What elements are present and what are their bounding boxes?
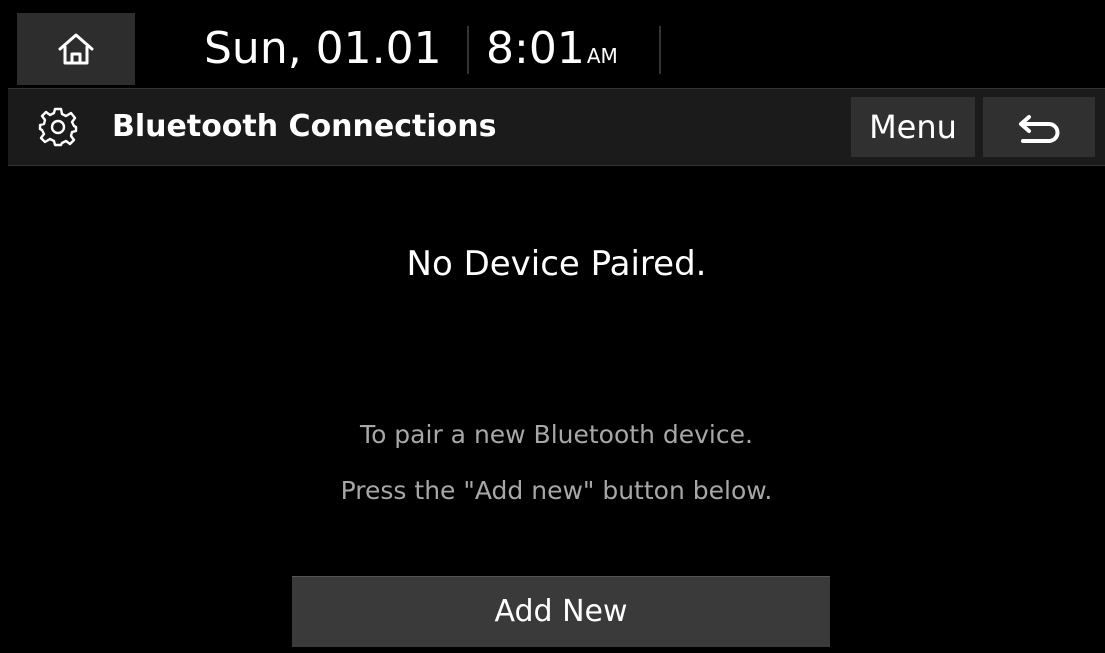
status-divider: [659, 26, 661, 74]
back-button[interactable]: [983, 97, 1095, 157]
time-value: 8:01: [486, 23, 585, 74]
page-title: Bluetooth Connections: [112, 109, 497, 144]
home-button[interactable]: [17, 13, 135, 85]
menu-button[interactable]: Menu: [851, 97, 975, 157]
add-new-button[interactable]: Add New: [292, 576, 830, 647]
time-display: 8:01 AM: [486, 14, 618, 84]
header-bar: Bluetooth Connections Menu: [8, 88, 1105, 166]
pairing-hint-line2: Press the "Add new" button below.: [340, 476, 773, 505]
screen: Sun, 01.01 8:01 AM Bluetooth Connections …: [8, 8, 1105, 653]
back-arrow-icon: [1019, 115, 1060, 143]
time-ampm: AM: [586, 44, 618, 68]
gear-icon: [38, 107, 78, 147]
no-device-message: No Device Paired.: [406, 244, 707, 284]
date-display: Sun, 01.01: [204, 23, 442, 74]
pairing-hint-line1: To pair a new Bluetooth device.: [360, 420, 753, 449]
status-divider: [467, 26, 469, 74]
home-icon: [58, 33, 94, 65]
status-bar: Sun, 01.01 8:01 AM: [8, 8, 1105, 88]
